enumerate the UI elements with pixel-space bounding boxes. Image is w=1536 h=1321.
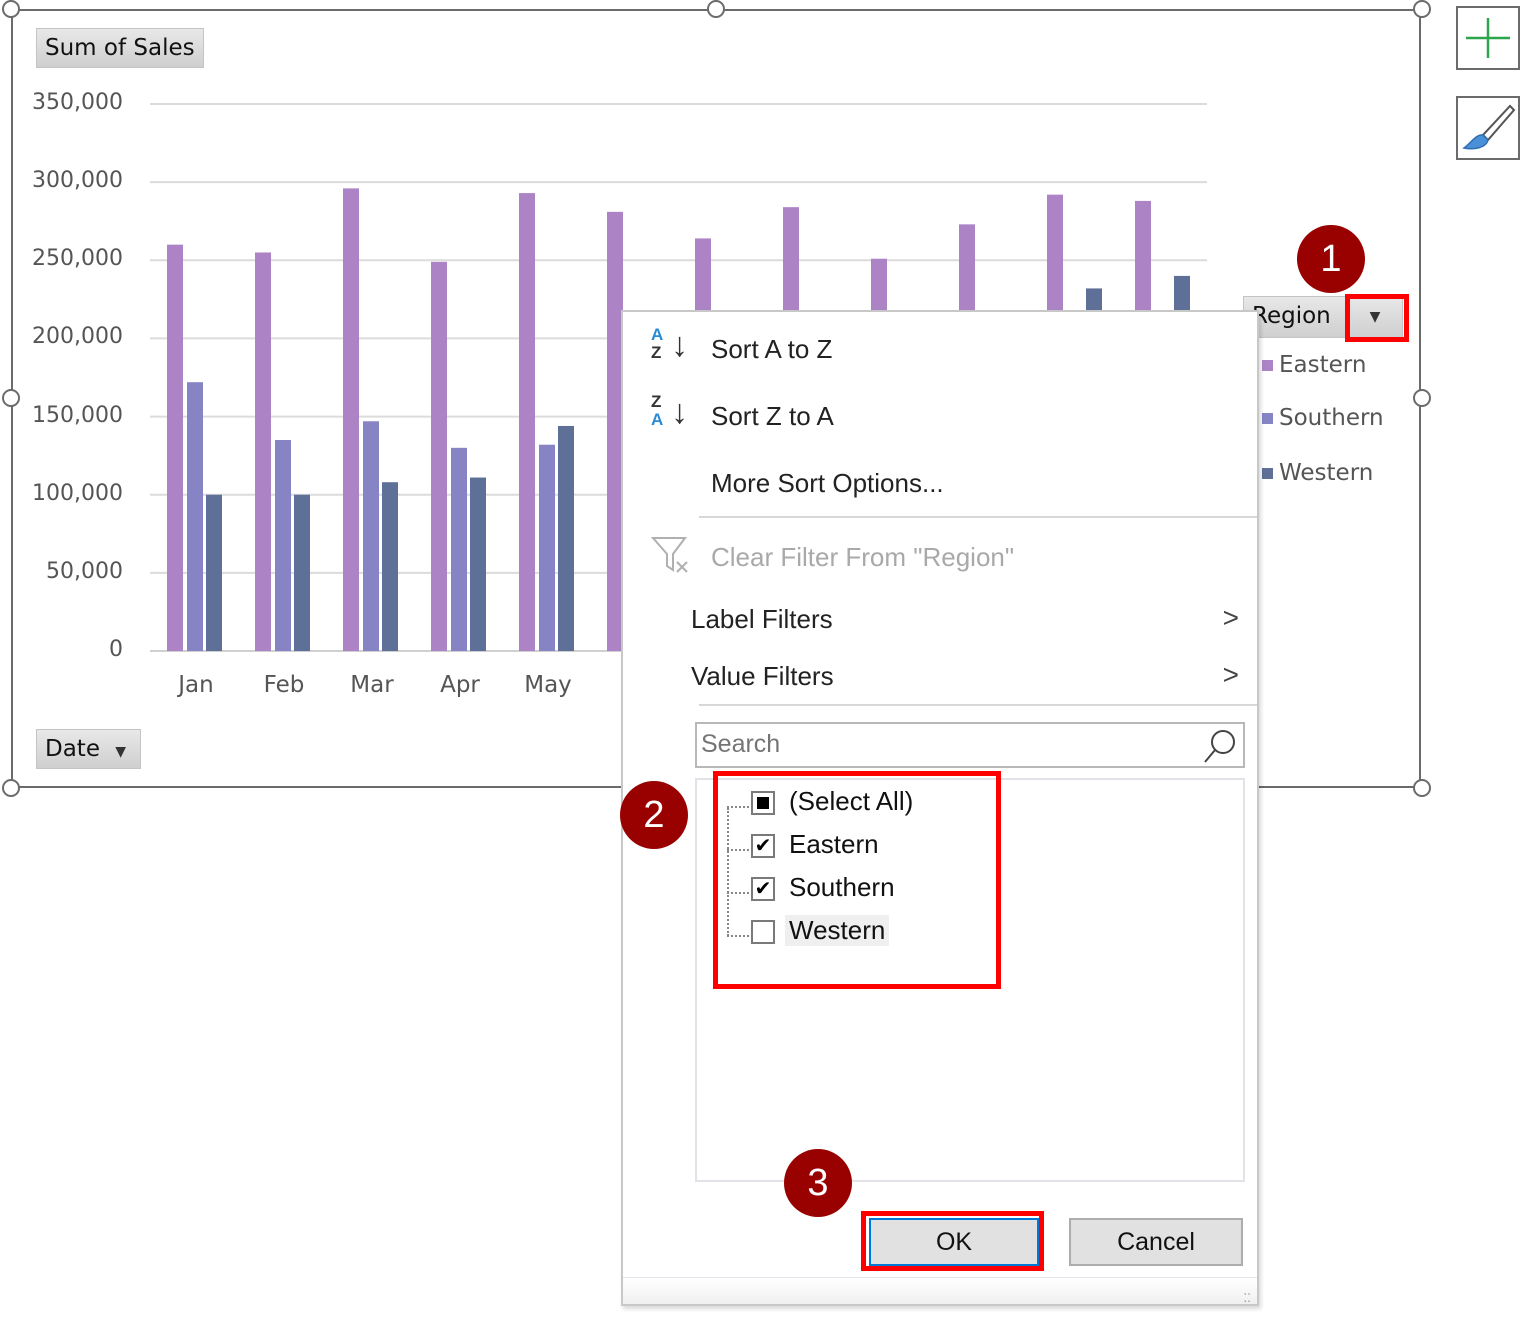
cancel-button[interactable]: Cancel [1069,1218,1243,1266]
more-sort-options-label: More Sort Options... [711,468,944,498]
sort-z-to-a[interactable]: Z A ↓ Sort Z to A [623,389,1257,439]
more-sort-options[interactable]: More Sort Options... [623,456,1257,506]
chevron-right-icon: > [1222,602,1239,633]
label-filters[interactable]: Label Filters > [623,592,1257,642]
x-tick-label: May [524,672,572,698]
bar-western-feb[interactable] [294,494,310,651]
menu-separator [699,516,1257,518]
sort-a-to-z[interactable]: A Z ↓ Sort A to Z [623,322,1257,372]
region-label: Region [1252,303,1331,329]
paintbrush-icon [1462,104,1516,150]
bar-western-mar[interactable] [382,482,398,651]
dropdown-arrow-icon: ▼ [115,744,127,760]
x-tick-label: Apr [440,672,480,698]
chart-elements-button[interactable] [1456,6,1520,70]
bar-southern-jan[interactable] [187,382,203,651]
legend-item-eastern: Eastern [1262,352,1366,378]
highlight-region-dropdown [1345,294,1409,342]
sort-a-to-z-label: Sort A to Z [711,334,833,364]
legend-swatch-western [1262,468,1273,479]
date-label: Date [45,736,100,762]
plus-icon [1466,18,1510,58]
bar-southern-feb[interactable] [275,440,291,651]
chevron-right-icon: > [1222,659,1239,690]
bar-southern-mar[interactable] [363,421,379,651]
chart-styles-button[interactable] [1456,96,1520,160]
bar-eastern-mar[interactable] [343,188,359,651]
value-filters[interactable]: Value Filters > [623,649,1257,699]
search-icon [1204,730,1235,763]
value-filters-label: Value Filters [691,661,834,691]
menu-footer: ⁚⁚ [623,1277,1257,1304]
clear-filter-label: Clear Filter From "Region" [711,542,1015,572]
legend-item-southern: Southern [1262,405,1384,431]
x-tick-label: Mar [350,672,394,698]
sort-descending-icon: Z A ↓ [651,392,688,431]
highlight-ok-button [861,1211,1044,1271]
search-field[interactable] [695,722,1245,768]
clear-filter: Clear Filter From "Region" [623,530,1257,580]
bar-southern-may[interactable] [539,444,555,651]
step-badge-2: 2 [620,781,688,849]
label-filters-label: Label Filters [691,604,833,634]
search-input[interactable] [697,724,1185,764]
legend-swatch-southern [1262,413,1273,424]
bar-southern-apr[interactable] [451,447,467,651]
date-field-button[interactable]: Date ▼ [36,729,141,769]
legend-item-western: Western [1262,460,1373,486]
bar-eastern-apr[interactable] [431,261,447,651]
x-tick-label: Jan [178,672,214,698]
bar-eastern-jan[interactable] [167,244,183,651]
highlight-checklist [713,771,1001,989]
menu-separator [699,704,1257,706]
resize-grip-icon[interactable]: ⁚⁚ [1243,1292,1251,1304]
bar-western-may[interactable] [558,425,574,651]
sort-ascending-icon: A Z ↓ [651,325,688,364]
sort-z-to-a-label: Sort Z to A [711,401,834,431]
bar-eastern-feb[interactable] [255,252,271,651]
clear-filter-icon [650,537,688,573]
step-badge-3: 3 [784,1149,852,1217]
bar-eastern-may[interactable] [519,193,535,651]
step-badge-1: 1 [1297,225,1365,293]
legend-swatch-eastern [1262,360,1273,371]
bar-western-jan[interactable] [206,494,222,651]
x-tick-label: Feb [263,672,305,698]
bar-western-apr[interactable] [470,477,486,651]
